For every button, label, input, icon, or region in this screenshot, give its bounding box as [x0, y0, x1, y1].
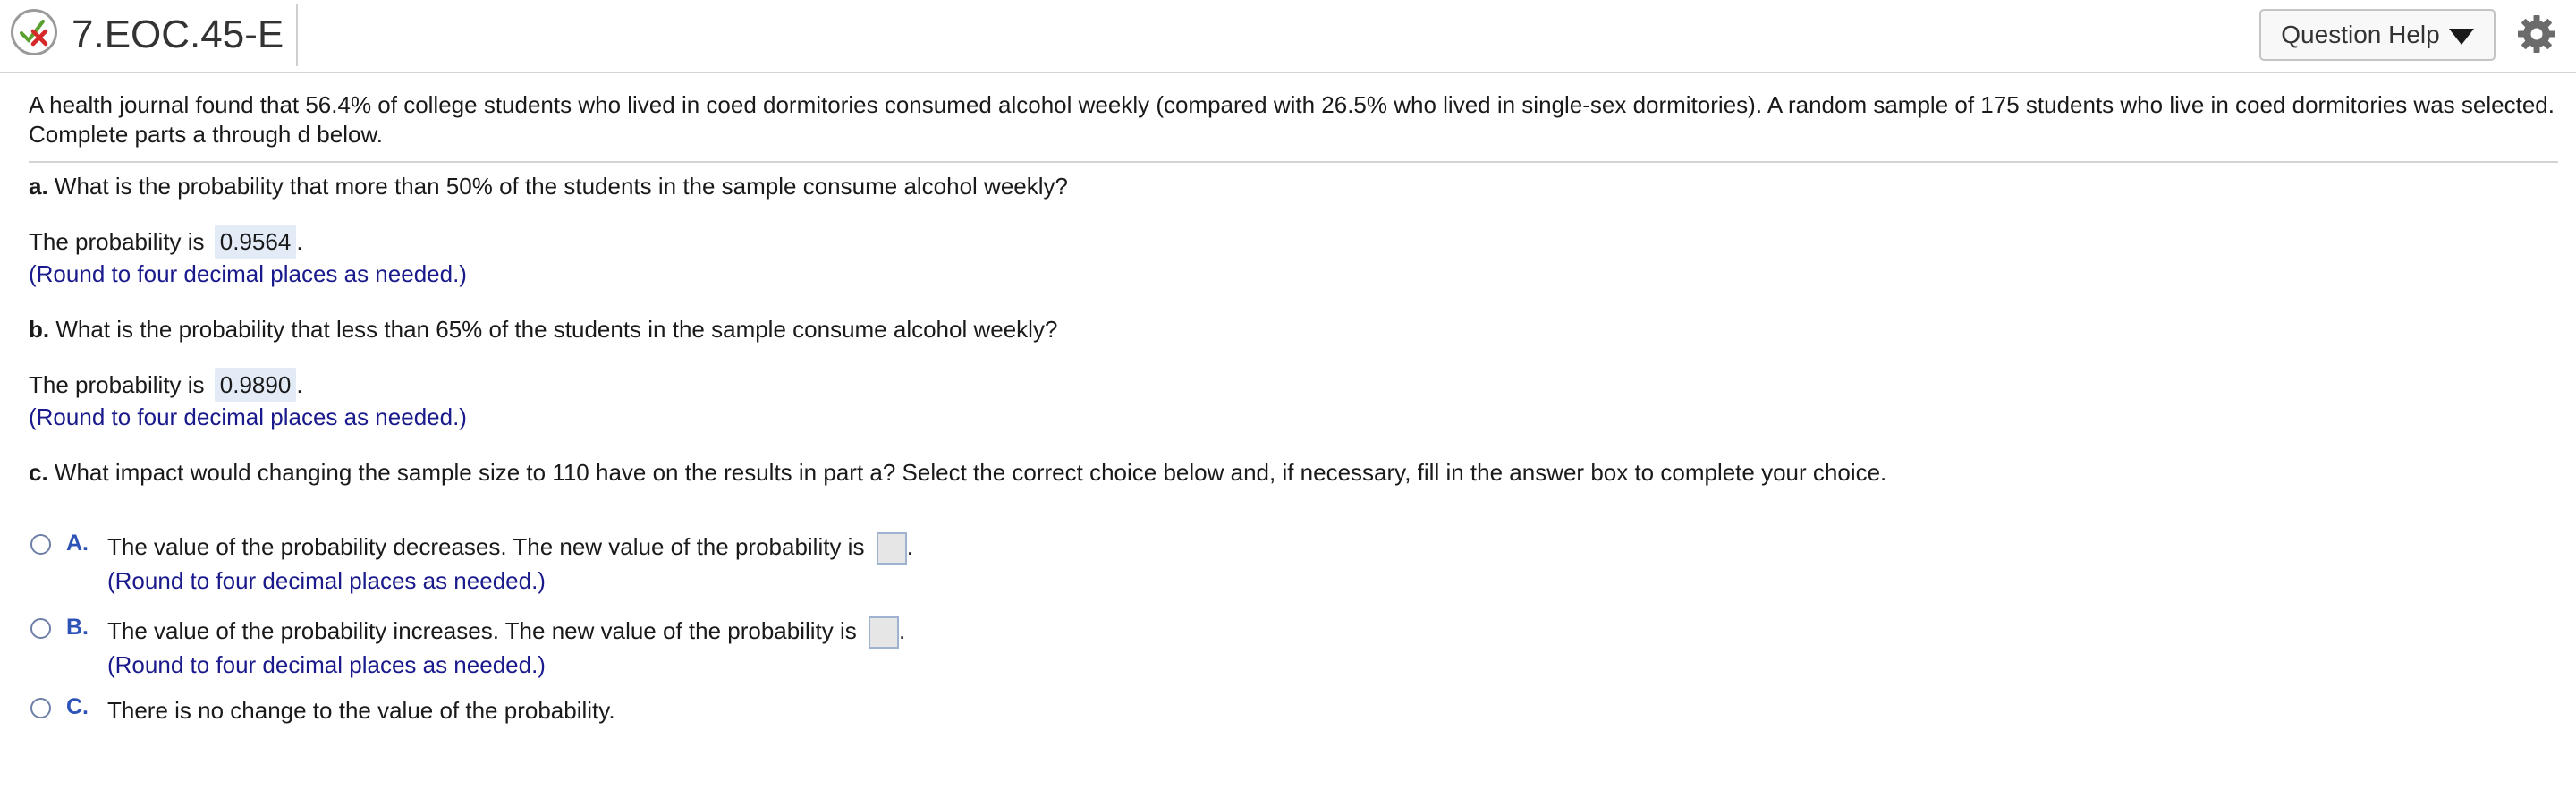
header: 7.EOC.45-E Question Help — [0, 0, 2576, 73]
choice-b-letter: B. — [66, 615, 89, 640]
choice-b-answer-box[interactable] — [869, 616, 900, 650]
choice-b-hint: (Round to four decimal places as needed.… — [107, 651, 546, 678]
part-a-answer-suffix: . — [296, 228, 303, 255]
part-a-question: a. What is the probability that more tha… — [29, 172, 1068, 200]
choice-b-text-line: The value of the probability increases. … — [107, 615, 906, 650]
choice-a-hint: (Round to four decimal places as needed.… — [107, 567, 546, 594]
part-c-letter: c. — [29, 459, 48, 486]
part-a-answer-line: The probability is 0.9564. — [29, 225, 303, 259]
choice-b-radio[interactable] — [30, 618, 51, 639]
choice-a-radio[interactable] — [30, 534, 51, 555]
choice-c-letter: C. — [66, 694, 89, 719]
choice-a-answer-box[interactable] — [876, 532, 907, 565]
question-help-label: Question Help — [2281, 21, 2440, 48]
question-content: A health journal found that 56.4% of col… — [29, 72, 2558, 724]
part-b-answer-suffix: . — [296, 371, 303, 398]
part-b-answer-box[interactable]: 0.9890 — [214, 368, 297, 402]
choice-c-radio[interactable] — [30, 698, 51, 718]
part-a-answer-prefix: The probability is — [29, 228, 205, 255]
part-a-question-text: What is the probability that more than 5… — [54, 173, 1068, 200]
partially-correct-status-icon — [11, 9, 57, 55]
divider — [29, 161, 2558, 163]
part-c-question-text: What impact would changing the sample si… — [54, 459, 1887, 486]
gear-icon[interactable] — [2517, 14, 2556, 54]
choice-a-text: The value of the probability decreases. … — [107, 533, 865, 560]
part-c-question: c. What impact would changing the sample… — [29, 458, 1886, 487]
choice-a-suffix: . — [906, 533, 913, 560]
choice-b-text: The value of the probability increases. … — [107, 617, 857, 644]
part-b-answer-line: The probability is 0.9890. — [29, 368, 303, 402]
part-b-answer-prefix: The probability is — [29, 371, 205, 398]
choice-b-suffix: . — [899, 617, 906, 644]
choice-a-letter: A. — [66, 531, 89, 556]
part-b-hint: (Round to four decimal places as needed.… — [29, 404, 467, 430]
part-b-letter: b. — [29, 316, 50, 343]
part-a-letter: a. — [29, 173, 48, 200]
choice-a-text-line: The value of the probability decreases. … — [107, 531, 913, 565]
page-title: 7.EOC.45-E — [72, 4, 299, 66]
problem-statement: A health journal found that 56.4% of col… — [29, 91, 2555, 148]
caret-down-icon — [2448, 29, 2474, 45]
part-b-question-text: What is the probability that less than 6… — [55, 316, 1058, 343]
part-a-answer-box[interactable]: 0.9564 — [214, 225, 297, 259]
part-b-question: b. What is the probability that less tha… — [29, 315, 1057, 344]
question-help-button[interactable]: Question Help — [2259, 9, 2496, 61]
part-a-hint: (Round to four decimal places as needed.… — [29, 260, 467, 287]
choice-c-text: There is no change to the value of the p… — [107, 697, 615, 724]
